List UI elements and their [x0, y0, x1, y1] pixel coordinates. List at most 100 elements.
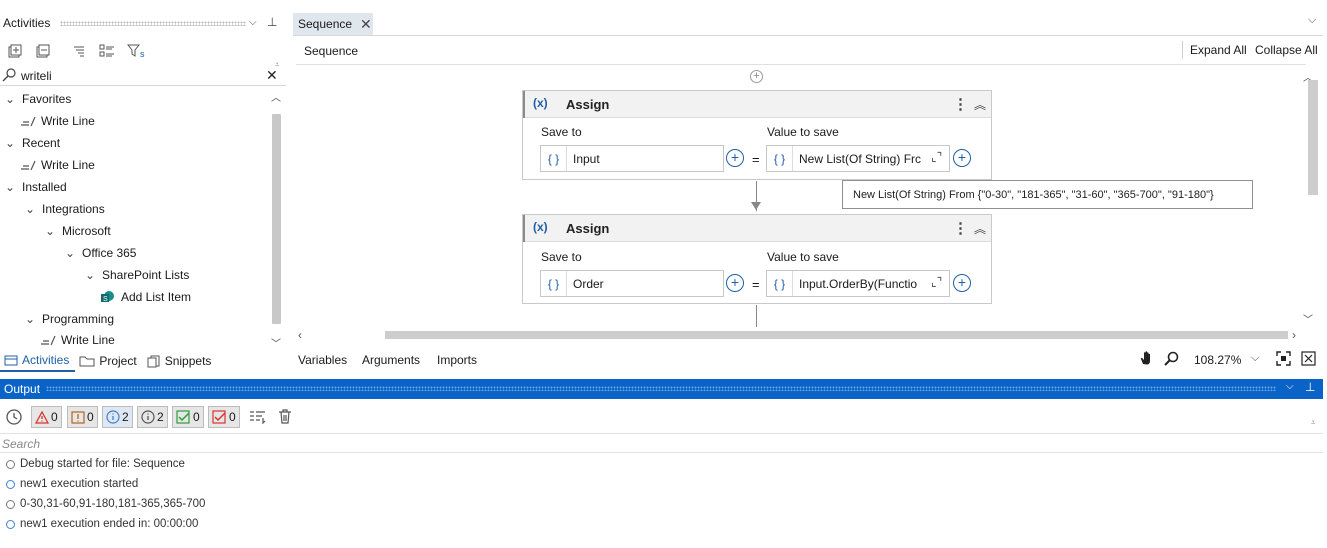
breadcrumb[interactable]: Sequence [304, 44, 358, 58]
chevron-down-icon[interactable]: ⌄ [4, 180, 16, 194]
log-entry[interactable]: Debug started for file: Sequence [6, 458, 185, 470]
save-to-field[interactable]: { } Input [540, 145, 724, 172]
zoom-dropdown-chevron-icon[interactable]: ⌵ [1251, 352, 1259, 365]
canvas-vertical-scrollbar-thumb[interactable] [1308, 80, 1318, 195]
activity-header[interactable]: (x) Assign ⋮ ︽ [523, 215, 991, 242]
scroll-down-icon[interactable]: ﹀ [271, 335, 281, 350]
filter-trace-button[interactable]: 2 [137, 406, 168, 428]
trash-icon[interactable] [278, 409, 292, 424]
scroll-up-icon[interactable]: ︿ [271, 89, 281, 104]
collapse-icon[interactable]: ︽ [974, 220, 986, 237]
save-to-label: Save to [541, 125, 582, 139]
tree-group-sharepoint-lists[interactable]: ⌄ SharePoint Lists [84, 264, 189, 286]
scroll-down-icon[interactable]: ﹀ [1303, 311, 1313, 326]
tree-activity-write-line[interactable]: Write Line [40, 330, 115, 350]
close-icon[interactable]: ✕ [360, 16, 372, 33]
fit-to-screen-icon[interactable] [1276, 351, 1291, 366]
zoom-level[interactable]: 108.27% [1194, 353, 1241, 367]
search-input[interactable]: writeli [21, 69, 52, 83]
hand-pan-icon[interactable] [1139, 350, 1155, 366]
log-entry[interactable]: 0-30,31-60,91-180,181-365,365-700 [6, 498, 205, 510]
value-field[interactable]: { } Input.OrderBy(Functio ⌞⌝ [766, 270, 950, 297]
expand-all-button[interactable]: Expand All [1190, 43, 1247, 57]
pin-icon[interactable]: ⊥ [267, 15, 277, 29]
tree-group-integrations[interactable]: ⌄ Integrations [24, 198, 105, 220]
tree-scrollbar-thumb[interactable] [272, 114, 281, 324]
activities-search[interactable]: writeli ✕ [0, 66, 286, 86]
collapse-icon[interactable]: ︽ [974, 96, 986, 113]
add-value-button[interactable]: + [953, 149, 971, 167]
collapse-all-icon[interactable] [34, 42, 52, 60]
search-input[interactable]: Search [2, 437, 40, 451]
tree-activity-write-line[interactable]: Write Line [20, 154, 95, 176]
filter-warnings-button[interactable]: 0 [67, 406, 98, 428]
tree-group-installed[interactable]: ⌄ Installed [4, 176, 67, 198]
chevron-down-icon[interactable]: ⌄ [4, 92, 16, 106]
filter-errors-button[interactable]: 0 [31, 406, 62, 428]
chevron-down-icon[interactable]: ⌄ [24, 312, 36, 326]
tree-group-office-365[interactable]: ⌄ Office 365 [64, 242, 137, 264]
log-settings-icon[interactable] [249, 410, 267, 424]
activity-header[interactable]: (x) Assign ⋮ ︽ [523, 91, 991, 118]
toolbar-overflow-icon[interactable]: ⩡ [1311, 418, 1316, 428]
tree-group-favorites[interactable]: ⌄ Favorites [4, 88, 71, 110]
filter-success-button[interactable]: 0 [172, 406, 204, 428]
filter-failure-button[interactable]: 0 [208, 406, 240, 428]
tree-group-microsoft[interactable]: ⌄ Microsoft [44, 220, 111, 242]
tab-imports[interactable]: Imports [437, 353, 477, 367]
chevron-down-icon[interactable]: ⌄ [4, 136, 16, 150]
add-variable-button[interactable]: + [726, 149, 744, 167]
scroll-left-icon[interactable]: ‹ [298, 328, 302, 342]
output-grip[interactable] [46, 386, 1276, 391]
tab-variables[interactable]: Variables [298, 353, 347, 367]
tab-list-chevron-icon[interactable]: ⌵ [1308, 14, 1316, 27]
assign-activity[interactable]: (x) Assign ⋮ ︽ Save to Value to save { }… [522, 90, 992, 180]
tab-sequence[interactable]: Sequence ✕ [293, 13, 373, 35]
tree-activity-add-list-item[interactable]: S Add List Item [100, 286, 191, 308]
activity-title: Assign [566, 221, 610, 236]
failure-icon [212, 410, 227, 424]
value-field[interactable]: { } New List(Of String) Frc ⌞⌝ [766, 145, 950, 172]
zoom-search-icon[interactable] [1164, 351, 1179, 366]
assign-activity[interactable]: (x) Assign ⋮ ︽ Save to Value to save { }… [522, 214, 992, 304]
log-entry[interactable]: new1 execution ended in: 00:00:00 [6, 518, 198, 530]
clock-icon[interactable] [4, 407, 24, 427]
pin-icon[interactable]: ⊥ [1305, 380, 1315, 394]
group-view-icon[interactable] [98, 42, 116, 60]
chevron-down-icon[interactable]: ⌄ [84, 268, 96, 282]
more-options-icon[interactable]: ⋮ [953, 219, 968, 237]
tab-snippets[interactable]: Snippets [143, 350, 218, 372]
filter-info-button[interactable]: 2 [102, 406, 133, 428]
chevron-down-icon[interactable]: ⌄ [44, 224, 56, 238]
overview-icon[interactable] [1301, 351, 1316, 366]
expand-editor-icon[interactable]: ⌞⌝ [931, 150, 942, 164]
canvas-horizontal-scrollbar-thumb[interactable] [385, 331, 1288, 339]
output-search[interactable]: Search [0, 433, 1323, 453]
chevron-down-icon[interactable]: ⌵ [249, 17, 257, 28]
more-options-icon[interactable]: ⋮ [953, 95, 968, 113]
log-entry[interactable]: new1 execution started [6, 478, 138, 490]
filter-icon[interactable]: s [126, 42, 148, 60]
add-value-button[interactable]: + [953, 274, 971, 292]
save-to-field[interactable]: { } Order [540, 270, 724, 297]
scroll-right-icon[interactable]: › [1292, 328, 1296, 342]
tab-activities[interactable]: Activities [0, 350, 76, 372]
clear-search-icon[interactable]: ✕ [266, 67, 278, 84]
chevron-down-icon[interactable]: ⌵ [1286, 381, 1294, 392]
expand-editor-icon[interactable]: ⌞⌝ [931, 275, 942, 289]
tree-group-recent[interactable]: ⌄ Recent [4, 132, 60, 154]
add-variable-button[interactable]: + [726, 274, 744, 292]
expand-all-icon[interactable] [6, 42, 24, 60]
sort-icon[interactable] [70, 42, 88, 60]
tree-activity-write-line[interactable]: Write Line [20, 110, 95, 132]
svg-text:s: s [140, 49, 145, 58]
info-icon [6, 479, 15, 489]
tab-project[interactable]: Project [75, 350, 142, 372]
add-activity-icon[interactable]: + [750, 70, 763, 83]
collapse-all-button[interactable]: Collapse All [1255, 43, 1318, 57]
chevron-down-icon[interactable]: ⌄ [64, 246, 76, 260]
tab-arguments[interactable]: Arguments [362, 353, 420, 367]
tree-group-programming[interactable]: ⌄ Programming [24, 308, 114, 330]
panel-grip[interactable] [60, 21, 246, 26]
chevron-down-icon[interactable]: ⌄ [24, 202, 36, 216]
